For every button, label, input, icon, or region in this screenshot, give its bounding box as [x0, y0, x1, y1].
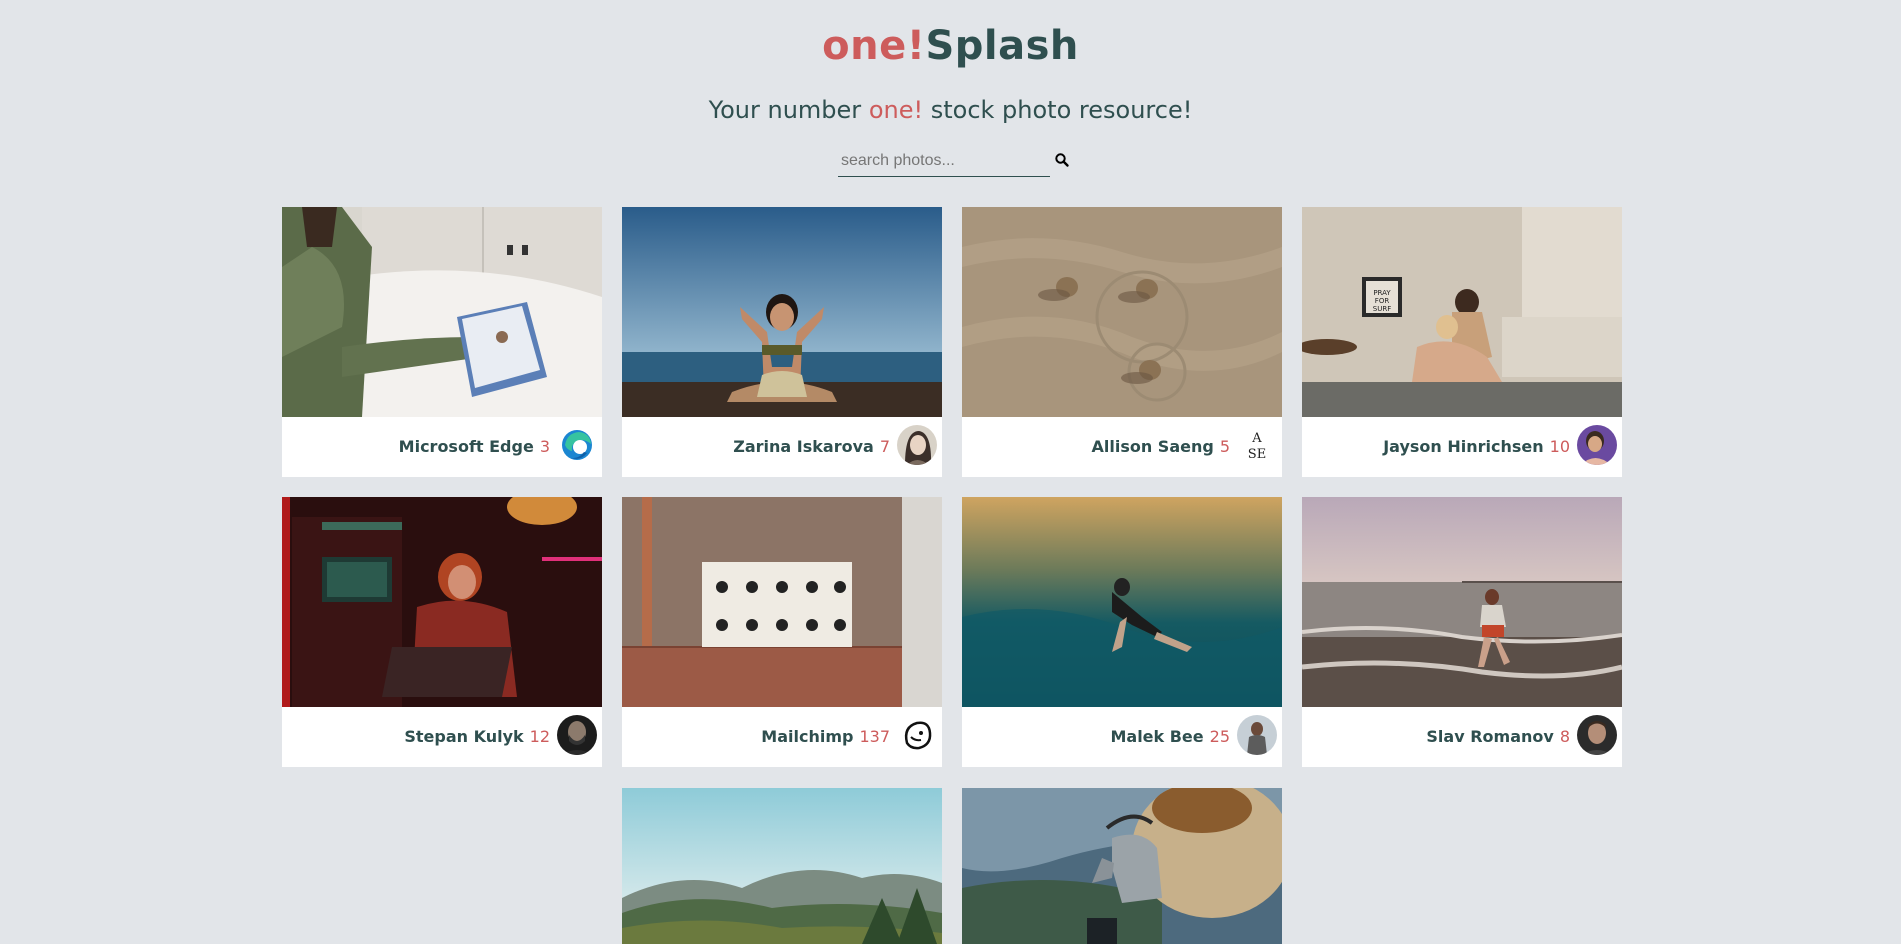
photo-meta: Stepan Kulyk 12: [404, 727, 550, 747]
search-button[interactable]: [1054, 152, 1070, 168]
photo-card[interactable]: Allison Saeng 5 A SE: [962, 207, 1282, 477]
photo-image[interactable]: [622, 207, 942, 417]
photo-card-footer: Jayson Hinrichsen 10: [1302, 417, 1622, 477]
photo-image[interactable]: [1302, 497, 1622, 707]
logo-accent: one!: [822, 23, 926, 69]
avatar[interactable]: [897, 715, 937, 755]
photo-card-footer: Zarina Iskarova 7: [622, 417, 942, 477]
logo-main: Splash: [925, 23, 1079, 69]
photographer-name[interactable]: Jayson Hinrichsen: [1383, 437, 1543, 456]
photo-image[interactable]: [282, 497, 602, 707]
photographer-name[interactable]: Zarina Iskarova: [733, 437, 874, 456]
tagline: Your number one! stock photo resource!: [0, 94, 1901, 126]
photo-image[interactable]: PRAY FOR SURF: [1302, 207, 1622, 417]
like-count: 3: [539, 437, 550, 456]
photo-card[interactable]: Microsoft Edge 3: [282, 207, 602, 477]
photo-card[interactable]: Malek Bee 25: [962, 497, 1282, 767]
svg-text:A: A: [1251, 431, 1262, 446]
like-count: 25: [1209, 727, 1230, 746]
photo-meta: Slav Romanov 8: [1426, 727, 1570, 747]
photo-card[interactable]: Mailchimp 137: [622, 497, 942, 767]
photo-card[interactable]: PRAY FOR SURF Jayson Hinrichsen 10: [1302, 207, 1622, 477]
like-count: 137: [859, 727, 890, 746]
tagline-accent: one!: [868, 96, 924, 124]
svg-text:PRAY: PRAY: [1373, 289, 1391, 297]
photo-card[interactable]: Zarina Iskarova 7: [622, 207, 942, 477]
avatar[interactable]: [1577, 425, 1617, 465]
photo-meta: Mailchimp 137: [761, 727, 890, 747]
avatar[interactable]: [557, 715, 597, 755]
photo-image[interactable]: [962, 497, 1282, 707]
photo-card-footer: Stepan Kulyk 12: [282, 707, 602, 767]
photo-image[interactable]: [962, 788, 1282, 944]
like-count: 5: [1219, 437, 1230, 456]
photo-card-footer: Mailchimp 137: [622, 707, 942, 767]
photo-card-footer: Microsoft Edge 3: [282, 417, 602, 477]
photo-image[interactable]: [962, 207, 1282, 417]
photo-image[interactable]: [622, 788, 942, 944]
search-input[interactable]: [838, 148, 1049, 174]
photo-card-footer: Malek Bee 25: [962, 707, 1282, 767]
photo-image[interactable]: [622, 497, 942, 707]
like-count: 10: [1549, 437, 1570, 456]
tagline-post: stock photo resource!: [930, 96, 1193, 124]
svg-text:FOR: FOR: [1375, 297, 1390, 305]
photographer-name[interactable]: Allison Saeng: [1091, 437, 1213, 456]
photographer-name[interactable]: Malek Bee: [1110, 727, 1203, 746]
photo-meta: Microsoft Edge 3: [399, 437, 550, 457]
photo-image[interactable]: [282, 207, 602, 417]
photo-card-footer: Slav Romanov 8: [1302, 707, 1622, 767]
tagline-pre: Your number: [708, 96, 862, 124]
photo-card-footer: Allison Saeng 5 A SE: [962, 417, 1282, 477]
svg-text:SE: SE: [1248, 447, 1266, 462]
photo-card[interactable]: [962, 788, 1282, 944]
avatar[interactable]: [1237, 715, 1277, 755]
like-count: 12: [529, 727, 550, 746]
like-count: 7: [879, 437, 890, 456]
avatar[interactable]: [897, 425, 937, 465]
avatar[interactable]: [1577, 715, 1617, 755]
photo-meta: Jayson Hinrichsen 10: [1383, 437, 1570, 457]
photo-meta: Zarina Iskarova 7: [733, 437, 890, 457]
photographer-name[interactable]: Mailchimp: [761, 727, 853, 746]
search-icon: [1055, 153, 1069, 167]
avatar[interactable]: A SE: [1237, 425, 1277, 465]
avatar[interactable]: [557, 425, 597, 465]
search-bar: [838, 148, 1050, 177]
photo-meta: Malek Bee 25: [1110, 727, 1230, 747]
photographer-name[interactable]: Microsoft Edge: [399, 437, 534, 456]
photo-card[interactable]: Slav Romanov 8: [1302, 497, 1622, 767]
photographer-name[interactable]: Stepan Kulyk: [404, 727, 523, 746]
svg-text:SURF: SURF: [1373, 305, 1391, 313]
photo-card[interactable]: [622, 788, 942, 944]
photo-card[interactable]: Stepan Kulyk 12: [282, 497, 602, 767]
like-count: 8: [1559, 727, 1570, 746]
site-logo[interactable]: one!Splash: [0, 20, 1901, 72]
photographer-name[interactable]: Slav Romanov: [1426, 727, 1553, 746]
photo-meta: Allison Saeng 5: [1091, 437, 1230, 457]
